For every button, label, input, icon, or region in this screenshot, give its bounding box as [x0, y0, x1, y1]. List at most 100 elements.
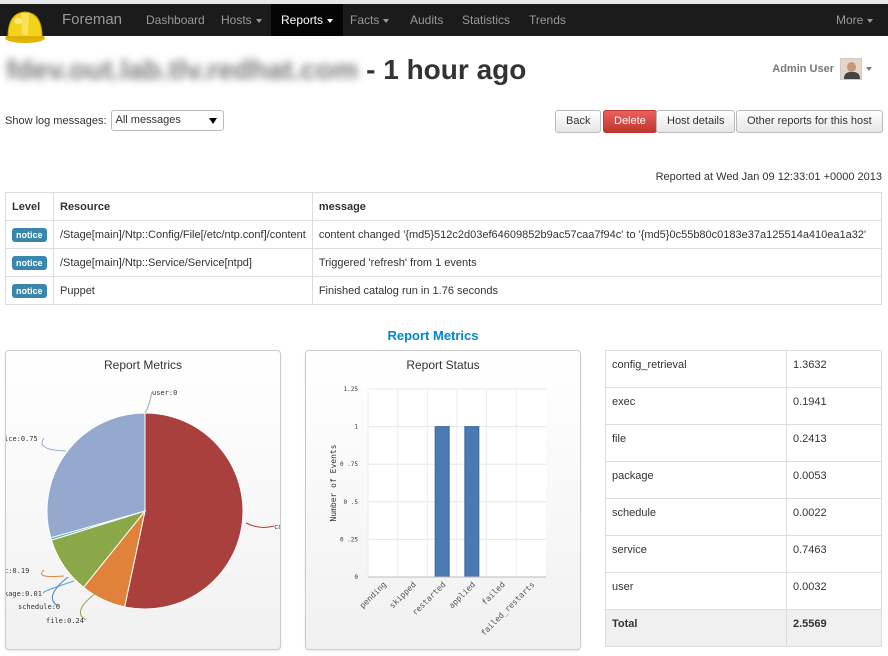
chevron-down-icon: [255, 18, 262, 23]
chevron-down-icon: [866, 67, 872, 71]
nav-audits[interactable]: Audits: [400, 4, 453, 36]
nav-trends[interactable]: Trends: [519, 4, 576, 36]
filter-label: Show log messages:: [5, 114, 107, 127]
col-resource: Resource: [53, 192, 313, 221]
x-tick-label: failed: [480, 580, 507, 607]
log-table: Level Resource message notice /Stage[mai…: [5, 192, 883, 305]
y-tick-label: 0 .75: [340, 461, 358, 468]
bar-chart: 00 .250 .50 .7511.25pending skippedrestar…: [329, 386, 546, 638]
dropdown-arrow-icon: [208, 118, 217, 124]
pie-label: con: [274, 523, 281, 531]
level-badge: notice: [12, 255, 47, 270]
col-message: message: [311, 192, 883, 221]
log-filter: Show log messages: All messages: [5, 110, 224, 131]
metric-name: Total: [605, 609, 787, 647]
nav-more[interactable]: More: [826, 4, 883, 36]
nav-facts[interactable]: Facts: [340, 4, 399, 36]
pie-leader-line: [41, 569, 65, 578]
table-row: user 0.0032: [605, 572, 882, 610]
nav-reports[interactable]: Reports: [271, 4, 344, 36]
user-menu[interactable]: Admin User: [772, 58, 872, 80]
pie-leader-line: [41, 437, 67, 452]
chevron-down-icon: [327, 18, 334, 23]
level-badge: notice: [12, 283, 47, 298]
pie-label: kage:0.01: [6, 590, 42, 598]
report-metrics-pie-panel: Report Metrics con c:0.19 file:0.24 kage:0.…: [5, 350, 281, 650]
resource-cell: /Stage[main]/Ntp::Config/File[/etc/ntp.c…: [53, 220, 313, 249]
metrics-section-title: Report Metrics: [387, 328, 479, 343]
metric-name: service: [605, 535, 787, 573]
pie-label: file:0.24: [46, 617, 84, 625]
pie-chart-title: Report Metrics: [103, 358, 183, 372]
table-row: exec 0.1941: [605, 387, 882, 425]
other-reports-button[interactable]: Other reports for this host: [736, 110, 883, 133]
metric-value: 0.0032: [786, 572, 882, 610]
metric-value: 0.1941: [786, 387, 882, 425]
metric-value: 1.3632: [786, 350, 882, 388]
host-name: fdev.out.lab.tlv.redhat.com: [6, 54, 359, 85]
table-row: schedule 0.0022: [605, 498, 882, 536]
x-tick-label: failed_restarts: [479, 580, 537, 638]
x-tick-label: skipped: [388, 580, 418, 610]
pie-leader-line: [144, 391, 153, 414]
metric-value: 0.7463: [786, 535, 882, 573]
chevron-down-icon: [383, 18, 390, 23]
y-tick-label: 0 .5: [344, 499, 359, 506]
report-age: - 1 hour ago: [366, 54, 527, 85]
table-row: package 0.0053: [605, 461, 882, 499]
col-level: Level: [5, 192, 54, 221]
level-badge: notice: [12, 227, 47, 242]
y-tick-label: 1: [354, 424, 358, 431]
table-row: notice Puppet Finished catalog run in 1.…: [5, 276, 883, 305]
metric-name: exec: [605, 387, 787, 425]
metrics-table: config_retrieval 1.3632 exec 0.1941 file 0.24…: [605, 350, 882, 647]
chevron-down-icon: [867, 18, 874, 23]
pie-label: c:0.19: [6, 567, 29, 575]
metric-value: 2.5569: [786, 609, 882, 647]
metric-value: 0.0022: [786, 498, 882, 536]
x-tick-label: applied: [447, 580, 477, 610]
table-row: notice /Stage[main]/Ntp::Service/Service…: [5, 248, 883, 277]
y-tick-label: 1.25: [344, 386, 359, 393]
table-row: config_retrieval 1.3632: [605, 350, 882, 388]
nav-dashboard[interactable]: Dashboard: [136, 4, 215, 36]
report-status-bar-panel: Report Status 0 0 .25 0 .5 0 .75 1 1.25 pendin…: [305, 350, 581, 650]
metric-name: package: [605, 461, 787, 499]
brand-link[interactable]: Foreman: [62, 4, 122, 36]
delete-button[interactable]: Delete: [603, 110, 657, 133]
navbar: Foreman Dashboard Hosts Reports Facts Au…: [0, 4, 888, 36]
message-cell: Finished catalog run in 1.76 seconds: [311, 276, 883, 305]
y-axis-label: Number of Events: [329, 444, 338, 521]
y-tick-label: 0 .25: [340, 536, 358, 543]
message-cell: content changed '{md5}512c2d03ef64609852…: [311, 220, 883, 249]
bar-restarted: [434, 426, 450, 578]
pie-leader-line: [51, 576, 69, 607]
table-row: notice /Stage[main]/Ntp::Config/File[/et…: [5, 220, 883, 249]
pie-leader-line: [42, 580, 75, 594]
metric-value: 0.2413: [786, 424, 882, 462]
user-name: Admin User: [772, 63, 834, 75]
pie-label: user:0: [152, 389, 177, 397]
resource-cell: Puppet: [53, 276, 313, 305]
metric-name: user: [605, 572, 787, 610]
metric-name: schedule: [605, 498, 787, 536]
y-tick-label: 0: [354, 574, 358, 581]
x-tick-label: pending: [358, 580, 388, 610]
metric-value: 0.0053: [786, 461, 882, 499]
bar-chart-title: Report Status: [406, 358, 480, 372]
pie-label: ice:0.75: [6, 435, 38, 443]
host-details-button[interactable]: Host details: [656, 110, 736, 133]
pie-label: schedule:0: [18, 603, 60, 611]
reported-at: Reported at Wed Jan 09 12:33:01 +0000 20…: [655, 171, 882, 183]
table-row: service 0.7463: [605, 535, 882, 573]
log-level-select[interactable]: All messages: [110, 110, 224, 131]
metric-name: config_retrieval: [605, 350, 787, 388]
foreman-helmet-logo-icon[interactable]: [4, 7, 46, 45]
pie-chart: con c:0.19 file:0.24 kage:0.01 schedule:0 ice…: [6, 389, 281, 625]
pie-leader-line: [245, 522, 275, 528]
nav-hosts[interactable]: Hosts: [211, 4, 272, 36]
metrics-total-row: Total 2.5569: [605, 609, 882, 647]
back-button[interactable]: Back: [555, 110, 602, 133]
metric-name: file: [605, 424, 787, 462]
nav-statistics[interactable]: Statistics: [452, 4, 520, 36]
